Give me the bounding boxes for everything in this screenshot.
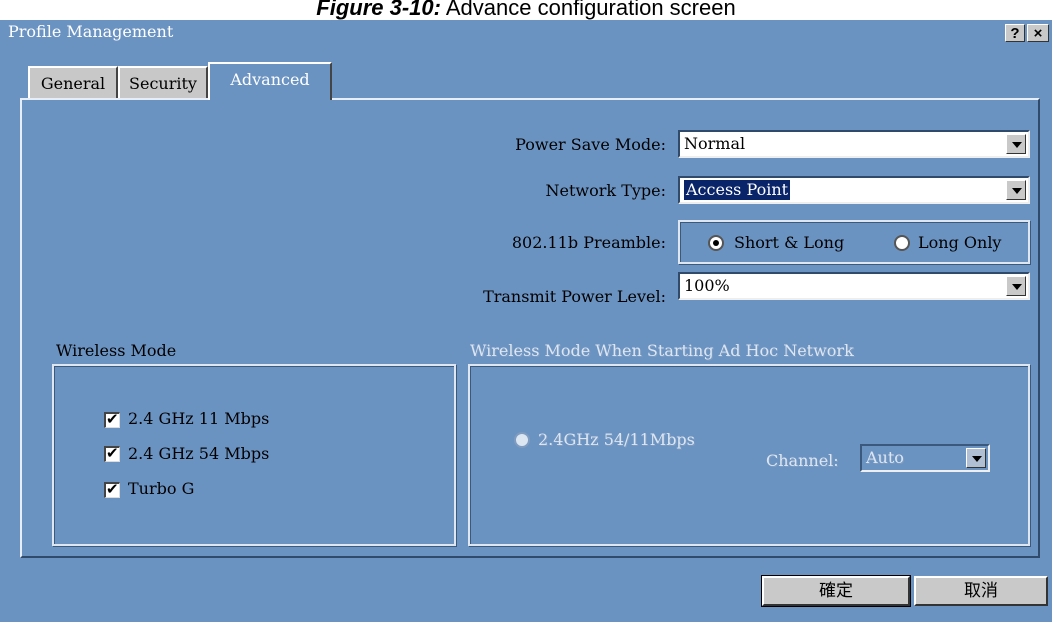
preamble-long-only-radio[interactable] xyxy=(894,235,910,251)
wireless-mode-title: Wireless Mode xyxy=(56,341,177,360)
mode-turbo-g-label[interactable]: Turbo G xyxy=(128,478,194,500)
chevron-down-icon[interactable] xyxy=(1006,180,1026,200)
caption-rest: Advance configuration screen xyxy=(440,0,736,20)
mode-54mbps-checkbox[interactable] xyxy=(104,444,120,462)
mode-11mbps-checkbox[interactable] xyxy=(104,410,120,428)
transmit-power-value: 100% xyxy=(684,276,730,295)
close-button[interactable]: × xyxy=(1027,24,1049,42)
network-type-value: Access Point xyxy=(684,180,791,200)
ok-button[interactable]: 確定 xyxy=(761,575,911,607)
transmit-power-select[interactable]: 100% xyxy=(678,272,1030,300)
tab-advanced[interactable]: Advanced xyxy=(208,62,332,100)
power-save-value: Normal xyxy=(684,134,746,153)
figure-caption: Figure 3-10: Advance configuration scree… xyxy=(0,0,1052,22)
adhoc-54-11-label[interactable]: 2.4GHz 54/11Mbps xyxy=(538,429,695,451)
power-save-label: Power Save Mode: xyxy=(515,135,666,154)
help-button[interactable]: ? xyxy=(1005,24,1025,42)
cancel-button[interactable]: 取消 xyxy=(914,576,1048,606)
tab-security[interactable]: Security xyxy=(118,66,208,98)
adhoc-54-11-radio[interactable] xyxy=(514,432,530,448)
mode-turbo-g-checkbox[interactable] xyxy=(104,480,120,498)
channel-select[interactable]: Auto xyxy=(860,444,990,472)
power-save-select[interactable]: Normal xyxy=(678,130,1030,158)
network-type-label: Network Type: xyxy=(545,181,666,200)
mode-11mbps-label[interactable]: 2.4 GHz 11 Mbps xyxy=(128,408,269,430)
preamble-short-long-label[interactable]: Short & Long xyxy=(734,232,844,254)
preamble-short-long-radio[interactable] xyxy=(708,235,724,251)
mode-54mbps-label[interactable]: 2.4 GHz 54 Mbps xyxy=(128,443,269,465)
chevron-down-icon[interactable] xyxy=(966,448,986,468)
channel-label: Channel: xyxy=(766,451,839,470)
chevron-down-icon[interactable] xyxy=(1006,134,1026,154)
adhoc-mode-title: Wireless Mode When Starting Ad Hoc Netwo… xyxy=(470,341,854,360)
channel-value: Auto xyxy=(866,448,904,467)
tab-general[interactable]: General xyxy=(28,66,118,98)
window-title: Profile Management xyxy=(8,22,174,41)
preamble-long-only-label[interactable]: Long Only xyxy=(918,232,1001,254)
preamble-label: 802.11b Preamble: xyxy=(511,233,666,252)
caption-bold: Figure 3-10: xyxy=(316,0,441,20)
transmit-power-label: Transmit Power Level: xyxy=(483,287,666,306)
chevron-down-icon[interactable] xyxy=(1006,276,1026,296)
network-type-select[interactable]: Access Point xyxy=(678,176,1030,204)
